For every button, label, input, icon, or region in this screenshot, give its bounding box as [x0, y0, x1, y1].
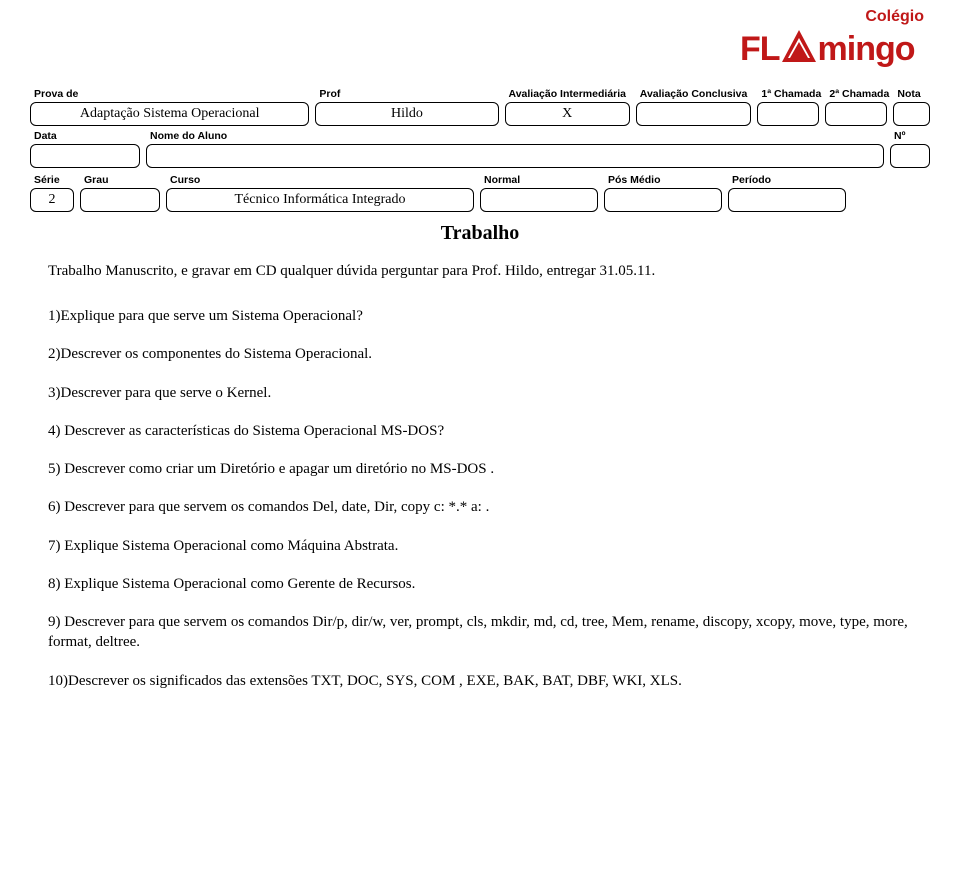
page-title: Trabalho [30, 222, 930, 245]
num-value [890, 144, 930, 168]
periodo-value [728, 188, 846, 212]
curso-value: Técnico Informática Integrado [166, 188, 474, 212]
header-row-3: Série 2 Grau Curso Técnico Informática I… [30, 174, 930, 212]
question-9: 9) Descrever para que servem os comandos… [30, 612, 930, 653]
prova-label: Prova de [30, 88, 309, 100]
header-row-1: Prova de Adaptação Sistema Operacional P… [30, 88, 930, 126]
nota-label: Nota [893, 88, 930, 100]
aval-int-label: Avaliação Intermediária [505, 88, 630, 100]
nota-value [893, 102, 930, 126]
normal-value [480, 188, 598, 212]
nome-label: Nome do Aluno [146, 130, 884, 142]
cham1-value [757, 102, 819, 126]
normal-label: Normal [480, 174, 598, 186]
question-1: 1)Explique para que serve um Sistema Ope… [30, 306, 930, 326]
logo-top-label: Colégio [865, 8, 924, 26]
logo-brand-right: mingo [818, 30, 915, 69]
posmedio-value [604, 188, 722, 212]
school-logo: Colégio FL mingo [740, 8, 930, 78]
aval-conc-label: Avaliação Conclusiva [636, 88, 752, 100]
question-5: 5) Descrever como criar um Diretório e a… [30, 459, 930, 479]
curso-label: Curso [166, 174, 474, 186]
periodo-label: Período [728, 174, 846, 186]
question-6: 6) Descrever para que servem os comandos… [30, 497, 930, 517]
instruction-text: Trabalho Manuscrito, e gravar em CD qual… [30, 263, 930, 280]
prof-label: Prof [315, 88, 498, 100]
aval-conc-value [636, 102, 752, 126]
question-7: 7) Explique Sistema Operacional como Máq… [30, 536, 930, 556]
prova-value: Adaptação Sistema Operacional [30, 102, 309, 126]
grau-label: Grau [80, 174, 160, 186]
question-8: 8) Explique Sistema Operacional como Ger… [30, 574, 930, 594]
posmedio-label: Pós Médio [604, 174, 722, 186]
grau-value [80, 188, 160, 212]
question-3: 3)Descrever para que serve o Kernel. [30, 383, 930, 403]
question-10: 10)Descrever os significados das extensõ… [30, 671, 930, 691]
question-4: 4) Descrever as características do Siste… [30, 421, 930, 441]
data-value [30, 144, 140, 168]
cham1-label: 1ª Chamada [757, 88, 819, 100]
cham2-value [825, 102, 887, 126]
nome-value [146, 144, 884, 168]
num-label: Nº [890, 130, 930, 142]
header-row-2: Data Nome do Aluno Nº [30, 130, 930, 168]
cham2-label: 2ª Chamada [825, 88, 887, 100]
serie-value: 2 [30, 188, 74, 212]
data-label: Data [30, 130, 140, 142]
logo-brand-left: FL [740, 30, 780, 69]
flamingo-icon [778, 28, 820, 70]
question-2: 2)Descrever os componentes do Sistema Op… [30, 344, 930, 364]
logo-brand: FL mingo [740, 28, 930, 70]
prof-value: Hildo [315, 102, 498, 126]
serie-label: Série [30, 174, 74, 186]
aval-int-value: X [505, 102, 630, 126]
